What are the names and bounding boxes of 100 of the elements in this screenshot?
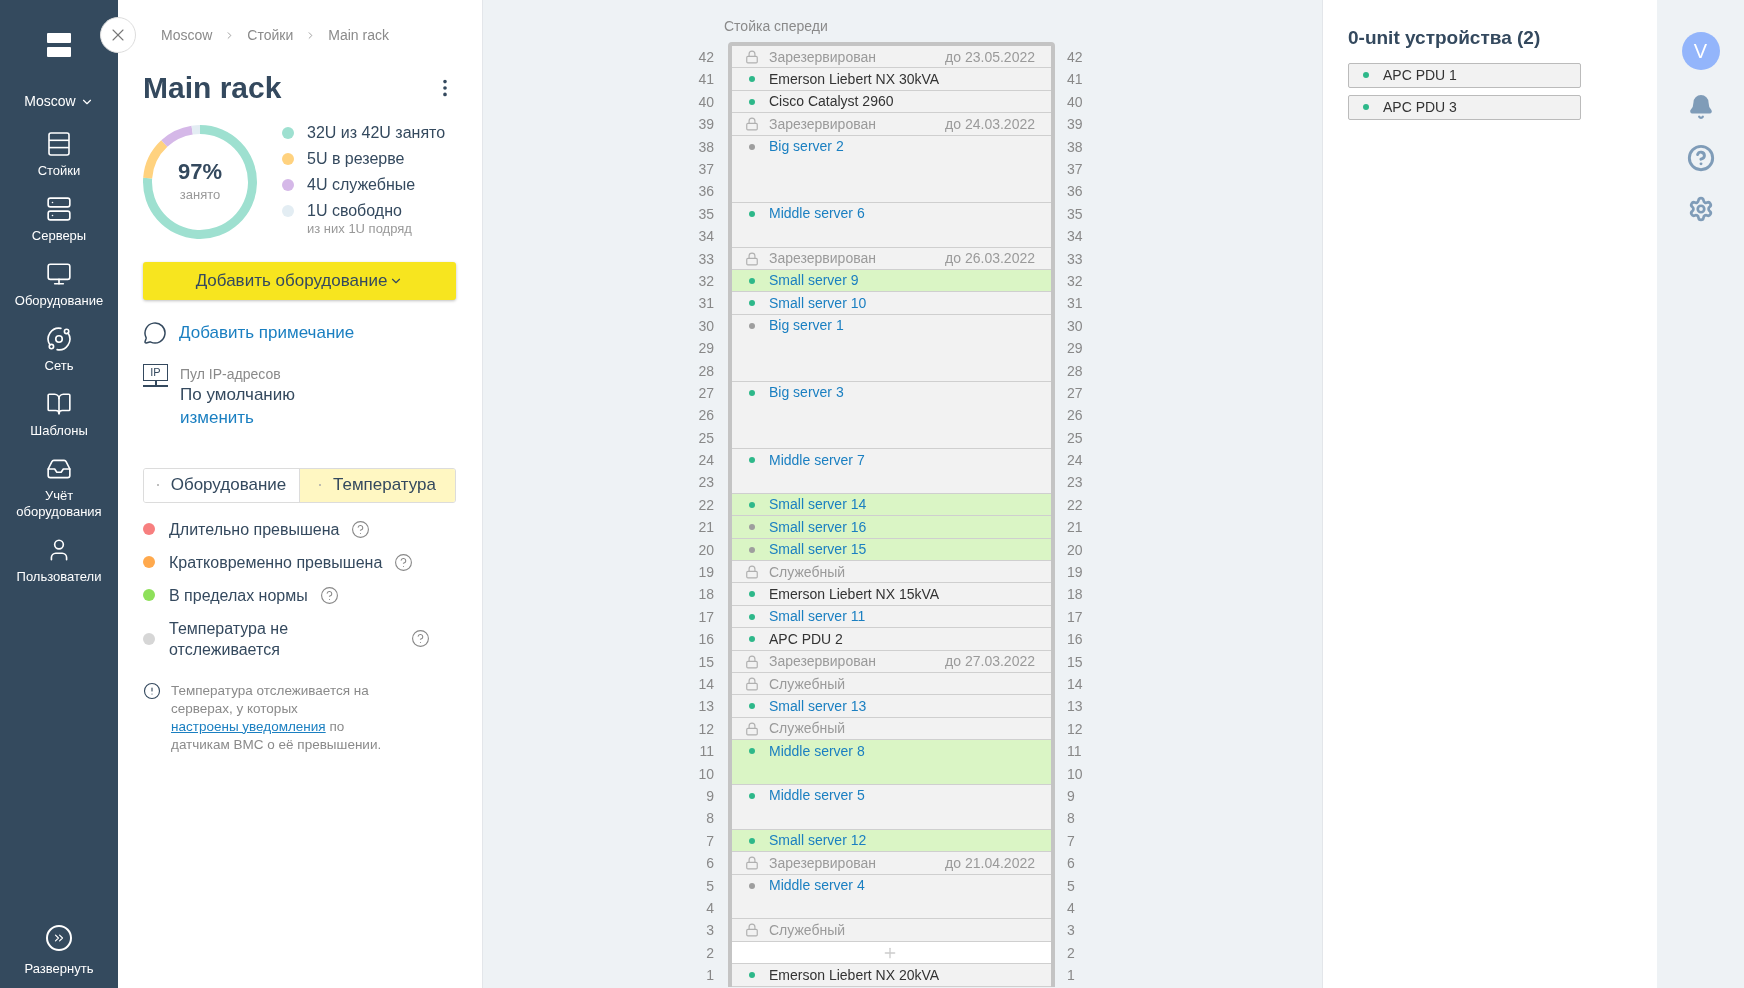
slot-label: Зарезервирован bbox=[769, 249, 876, 269]
unit-number: 36 bbox=[698, 182, 714, 202]
rack-slot[interactable]: Emerson Liebert NX 30kVA bbox=[732, 68, 1051, 91]
help-icon[interactable] bbox=[319, 585, 339, 605]
help-icon[interactable] bbox=[394, 552, 414, 572]
nav-item[interactable]: Учёт оборудования bbox=[0, 453, 118, 534]
lock-icon bbox=[745, 856, 759, 871]
unit-number: 24 bbox=[698, 451, 714, 471]
rack-slot[interactable]: Small server 9 bbox=[732, 269, 1051, 293]
nav-item[interactable]: Стойки bbox=[0, 128, 118, 193]
add-equipment-button[interactable]: Добавить оборудование bbox=[143, 262, 456, 300]
rack-slot[interactable]: Small server 16 bbox=[732, 516, 1051, 539]
rack-slot[interactable]: Small server 13 bbox=[732, 695, 1051, 718]
menu-icon[interactable] bbox=[47, 33, 71, 57]
device-name: Emerson Liebert NX 15kVA bbox=[769, 584, 940, 604]
nav-item[interactable]: Серверы bbox=[0, 193, 118, 258]
lock-icon bbox=[745, 117, 759, 132]
rack-slot[interactable]: Big server 1 bbox=[732, 314, 1051, 382]
server-link[interactable]: Big server 1 bbox=[769, 315, 844, 337]
unit-number: 30 bbox=[1067, 316, 1083, 336]
ip-pool-value: По умолчанию bbox=[180, 383, 295, 406]
rack-slot[interactable]: Small server 15 bbox=[732, 538, 1051, 562]
rack-slot[interactable]: Big server 3 bbox=[732, 381, 1051, 450]
notifications-link[interactable]: настроены уведомления bbox=[171, 718, 326, 734]
unit-number: 9 bbox=[1067, 787, 1075, 806]
nav-item[interactable]: Сеть bbox=[0, 323, 118, 388]
unit-number: 28 bbox=[1067, 361, 1083, 381]
rack-slot[interactable]: Small server 10 bbox=[732, 292, 1051, 315]
unit-number: 26 bbox=[698, 406, 714, 426]
nav-item[interactable]: Оборудование bbox=[0, 258, 118, 323]
server-link[interactable]: Small server 10 bbox=[769, 292, 867, 314]
server-link[interactable]: Small server 11 bbox=[769, 606, 866, 628]
unit-number: 31 bbox=[1067, 294, 1083, 314]
rack-slot[interactable]: Big server 2 bbox=[732, 135, 1051, 203]
location-selector[interactable]: Moscow bbox=[24, 91, 94, 112]
server-link[interactable]: Big server 3 bbox=[769, 382, 844, 404]
server-link[interactable]: Middle server 6 bbox=[769, 203, 865, 225]
unit-number: 1 bbox=[1067, 966, 1075, 986]
book-icon bbox=[46, 391, 72, 417]
zero-unit-device[interactable]: APC PDU 3 bbox=[1348, 94, 1581, 120]
change-link[interactable]: изменить bbox=[180, 405, 295, 430]
lock-icon bbox=[745, 50, 759, 64]
unit-number: 28 bbox=[698, 361, 714, 381]
rack-slot[interactable]: Middle server 8 bbox=[732, 740, 1051, 785]
unit-number: 4 bbox=[706, 898, 714, 918]
server-link[interactable]: Small server 16 bbox=[769, 516, 867, 538]
user-avatar[interactable]: V bbox=[1681, 32, 1720, 70]
nav-item[interactable]: Пользователи bbox=[0, 534, 118, 599]
zero-unit-device[interactable]: APC PDU 1 bbox=[1348, 62, 1581, 88]
server-link[interactable]: Middle server 5 bbox=[769, 785, 865, 807]
rack-slot[interactable]: Emerson Liebert NX 20kVA bbox=[732, 964, 1051, 987]
slot-label: Зарезервирован bbox=[769, 114, 876, 134]
expand-button[interactable]: Развернуть bbox=[24, 924, 94, 978]
breadcrumb-item: Main rack bbox=[328, 25, 389, 45]
server-link[interactable]: Big server 2 bbox=[769, 136, 844, 158]
notifications-icon[interactable] bbox=[1687, 94, 1714, 120]
rack-slot[interactable]: Small server 11 bbox=[732, 605, 1051, 629]
reserved-until: до 21.04.2022 bbox=[945, 853, 1035, 873]
device-name: APC PDU 2 bbox=[769, 629, 843, 649]
unit-number: 14 bbox=[698, 675, 714, 694]
unit-number: 16 bbox=[1067, 630, 1083, 650]
temperature-label: В пределах нормы bbox=[169, 585, 308, 606]
add-note-link[interactable]: Добавить примечание bbox=[179, 320, 355, 346]
nav-item[interactable]: Шаблоны bbox=[0, 388, 118, 453]
unit-number: 27 bbox=[698, 383, 714, 403]
rack-slot[interactable]: Middle server 5 bbox=[732, 785, 1051, 830]
view-tab[interactable]: Температура bbox=[299, 468, 455, 502]
legend-note: из них 1U подряд bbox=[307, 221, 412, 237]
rack-icon bbox=[47, 131, 71, 157]
rack-slot[interactable]: Middle server 6 bbox=[732, 202, 1051, 248]
server-link[interactable]: Middle server 4 bbox=[769, 875, 865, 897]
help-icon[interactable] bbox=[351, 519, 371, 539]
rack-slot[interactable]: Small server 14 bbox=[732, 493, 1051, 517]
rack-slot[interactable]: APC PDU 2 bbox=[732, 628, 1051, 651]
server-link[interactable]: Small server 14 bbox=[769, 494, 867, 516]
server-link[interactable]: Small server 12 bbox=[769, 830, 867, 852]
server-link[interactable]: Small server 9 bbox=[769, 270, 859, 292]
server-link[interactable]: Small server 13 bbox=[769, 695, 867, 717]
help-icon[interactable] bbox=[1686, 144, 1715, 172]
rack-slot[interactable]: Middle server 4 bbox=[732, 874, 1051, 920]
server-link[interactable]: Small server 15 bbox=[769, 539, 867, 561]
settings-icon[interactable] bbox=[1687, 196, 1714, 222]
unit-number: 36 bbox=[1067, 182, 1083, 202]
breadcrumb-item[interactable]: Стойки bbox=[247, 24, 294, 46]
breadcrumb-item[interactable]: Moscow bbox=[161, 24, 213, 46]
rack-slot[interactable]: Small server 12 bbox=[732, 829, 1051, 853]
rack-slot[interactable]: Cisco Catalyst 2960 bbox=[732, 90, 1051, 114]
reserved-until: до 27.03.2022 bbox=[945, 652, 1035, 672]
server-link[interactable]: Middle server 7 bbox=[769, 449, 865, 471]
unit-number: 5 bbox=[706, 876, 714, 896]
help-icon[interactable] bbox=[411, 629, 430, 648]
rack-slot[interactable]: Middle server 7 bbox=[732, 449, 1051, 494]
unit-number: 7 bbox=[706, 831, 714, 851]
unit-number: 22 bbox=[1067, 495, 1083, 515]
slot-label: Служебный bbox=[769, 674, 846, 694]
info-icon bbox=[143, 681, 161, 700]
unit-number: 40 bbox=[1067, 92, 1083, 112]
unit-number: 34 bbox=[1067, 227, 1083, 247]
server-link[interactable]: Middle server 8 bbox=[769, 740, 865, 762]
rack-slot[interactable]: Emerson Liebert NX 15kVA bbox=[732, 583, 1051, 606]
